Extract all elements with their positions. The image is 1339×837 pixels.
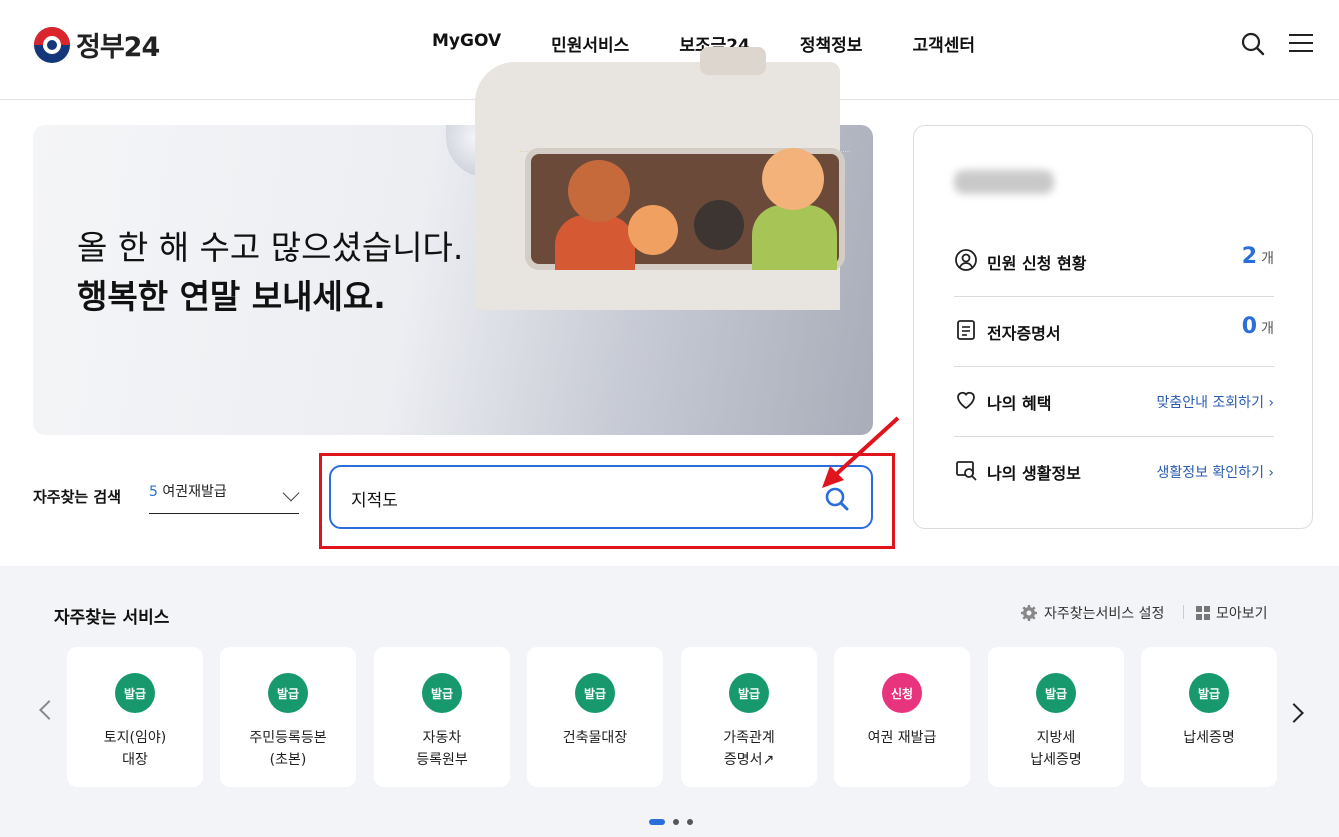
pagination-dot-active[interactable] bbox=[649, 819, 665, 825]
service-badge: 발급 bbox=[422, 673, 462, 713]
services-view-all-button[interactable]: 모아보기 bbox=[1196, 603, 1268, 623]
service-card-passport-reissue[interactable]: 신청 여권 재발급 bbox=[834, 647, 970, 787]
service-card-label: 가족관계 증명서↗ bbox=[723, 730, 775, 768]
divider bbox=[1183, 605, 1184, 619]
service-card-vehicle-register[interactable]: 발급 자동차 등록원부 bbox=[374, 647, 510, 787]
hamburger-menu-icon[interactable] bbox=[1289, 34, 1313, 54]
service-card-local-tax-certificate[interactable]: 발급 지방세 납세증명 bbox=[988, 647, 1124, 787]
service-card-land-register[interactable]: 발급 토지(임야) 대장 bbox=[67, 647, 203, 787]
service-card-label: 토지(임야) 대장 bbox=[103, 730, 167, 768]
carousel-pagination bbox=[649, 819, 693, 825]
logo-text: 정부24 bbox=[76, 32, 160, 63]
services-setting-button[interactable]: 자주찾는서비스 설정 bbox=[1020, 603, 1164, 623]
pagination-dot[interactable] bbox=[673, 819, 679, 825]
service-card-family-certificate[interactable]: 발급 가족관계 증명서↗ bbox=[681, 647, 817, 787]
nav-mygov[interactable]: MyGOV bbox=[432, 31, 501, 56]
frequent-search-select[interactable]: 5 여권재발급 bbox=[149, 481, 300, 514]
service-card-label: 자동차 등록원부 bbox=[416, 730, 468, 768]
panel-row-applications[interactable]: 민원 신청 현황 2개 bbox=[954, 226, 1274, 296]
certificate-count: 0개 bbox=[1241, 314, 1274, 339]
panel-row-e-certificates[interactable]: 전자증명서 0개 bbox=[954, 296, 1274, 366]
document-icon bbox=[954, 318, 978, 342]
services-title: 자주찾는 서비스 bbox=[54, 608, 170, 628]
frequent-search-label: 자주찾는 검색 bbox=[33, 488, 122, 506]
panel-row-label: 나의 혜택 bbox=[987, 394, 1052, 413]
panel-row-label: 전자증명서 bbox=[987, 324, 1061, 343]
van-roof-illustration bbox=[700, 47, 766, 75]
service-card-resident-registration[interactable]: 발급 주민등록등본 (초본) bbox=[220, 647, 356, 787]
panel-row-benefits[interactable]: 나의 혜택 맞춤안내 조회하기 › bbox=[954, 366, 1274, 436]
service-badge: 발급 bbox=[1189, 673, 1229, 713]
service-card-label: 건축물대장 bbox=[562, 730, 628, 746]
chevron-down-icon bbox=[282, 484, 300, 502]
service-card-label: 여권 재발급 bbox=[867, 730, 937, 746]
nav-customer-center[interactable]: 고객센터 bbox=[912, 31, 975, 56]
service-badge: 발급 bbox=[729, 673, 769, 713]
service-badge: 신청 bbox=[882, 673, 922, 713]
service-card-label: 납세증명 bbox=[1183, 730, 1235, 746]
pagination-dot[interactable] bbox=[687, 819, 693, 825]
service-card-label: 주민등록등본 (초본) bbox=[249, 730, 327, 768]
service-card-building-register[interactable]: 발급 건축물대장 bbox=[527, 647, 663, 787]
service-badge: 발급 bbox=[1036, 673, 1076, 713]
annotation-highlight-box bbox=[319, 453, 895, 549]
service-card-tax-certificate[interactable]: 발급 납세증명 bbox=[1141, 647, 1277, 787]
services-view-all-label: 모아보기 bbox=[1216, 606, 1268, 622]
application-count: 2개 bbox=[1241, 244, 1274, 269]
panel-row-label: 민원 신청 현황 bbox=[987, 254, 1087, 273]
benefits-link[interactable]: 맞춤안내 조회하기 › bbox=[1156, 392, 1274, 412]
nav-civil-services[interactable]: 민원서비스 bbox=[551, 31, 629, 56]
services-setting-label: 자주찾는서비스 설정 bbox=[1044, 606, 1165, 622]
annotation-arrow-icon bbox=[822, 416, 900, 488]
header-search-icon[interactable] bbox=[1240, 31, 1266, 57]
family-illustration bbox=[762, 148, 824, 210]
panel-row-life-info[interactable]: 나의 생활정보 생활정보 확인하기 › bbox=[954, 436, 1274, 506]
nav-policy-info[interactable]: 정책정보 bbox=[800, 31, 863, 56]
service-badge: 발급 bbox=[268, 673, 308, 713]
gear-icon bbox=[1021, 605, 1037, 621]
my-status-panel: 민원 신청 현황 2개 전자증명서 0개 나의 혜택 맞춤안내 조회하기 › 나… bbox=[913, 125, 1313, 529]
banner-greeting: 올 한 해 수고 많으셨습니다. bbox=[77, 228, 464, 267]
site-logo[interactable]: 정부24 bbox=[34, 25, 160, 64]
family-illustration bbox=[568, 160, 630, 222]
service-badge: 발급 bbox=[575, 673, 615, 713]
user-circle-icon bbox=[954, 248, 978, 272]
panel-row-label: 나의 생활정보 bbox=[987, 464, 1081, 483]
monitor-search-icon bbox=[954, 458, 978, 482]
taegeuk-logo-icon bbox=[34, 26, 70, 63]
family-illustration bbox=[752, 205, 837, 270]
life-info-link[interactable]: 생활정보 확인하기 › bbox=[1156, 462, 1274, 482]
heart-icon bbox=[954, 388, 978, 412]
family-illustration bbox=[628, 205, 678, 255]
grid-icon bbox=[1196, 606, 1210, 620]
user-name-blurred[interactable] bbox=[954, 170, 1054, 194]
frequent-search-term: 여권재발급 bbox=[162, 484, 227, 500]
service-badge: 발급 bbox=[115, 673, 155, 713]
service-card-label: 지방세 납세증명 bbox=[1030, 730, 1082, 768]
banner-headline: 행복한 연말 보내세요. bbox=[77, 277, 386, 316]
family-illustration bbox=[694, 200, 744, 250]
frequent-search-rank: 5 bbox=[149, 484, 158, 500]
family-illustration bbox=[555, 215, 635, 270]
